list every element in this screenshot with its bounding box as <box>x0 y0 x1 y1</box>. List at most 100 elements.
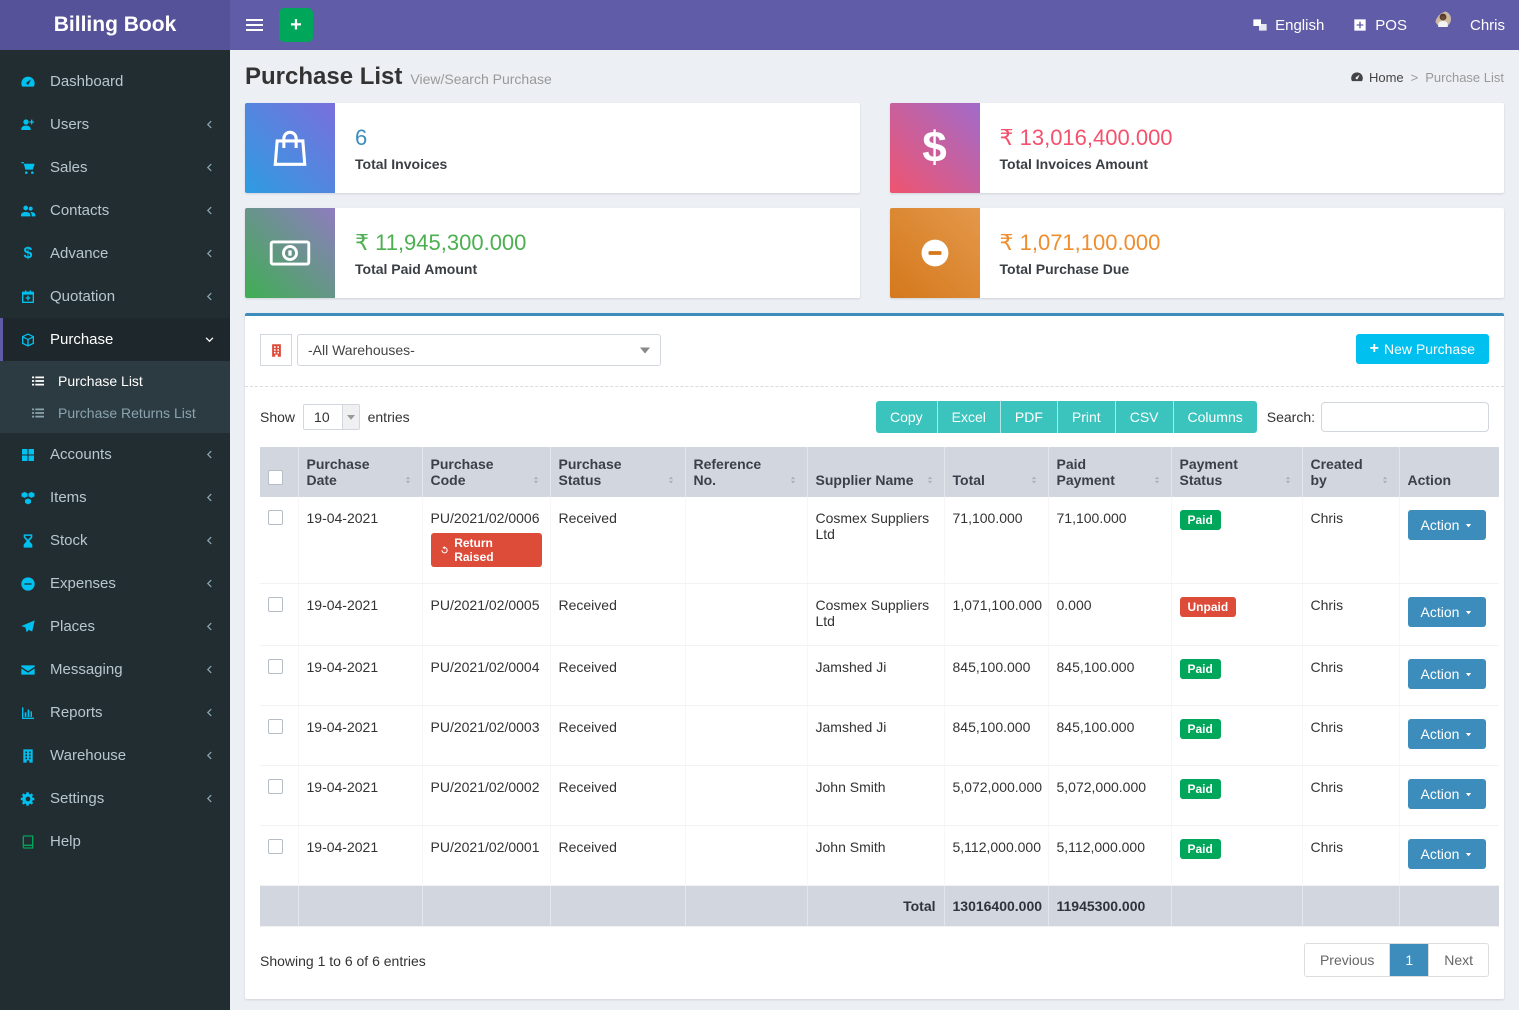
row-checkbox[interactable] <box>268 510 283 525</box>
column-header-purchase-date[interactable]: Purchase Date <box>298 447 422 497</box>
pagination-page-1[interactable]: 1 <box>1390 944 1429 976</box>
action-button[interactable]: Action <box>1408 779 1487 809</box>
pagination-previous[interactable]: Previous <box>1305 944 1390 976</box>
column-header-total[interactable]: Total <box>944 447 1048 497</box>
select-all-checkbox[interactable] <box>268 470 283 485</box>
sidebar-item-quotation[interactable]: Quotation <box>0 275 230 318</box>
chevron-left-icon <box>204 664 215 675</box>
export-print-button[interactable]: Print <box>1058 401 1116 433</box>
search-input[interactable] <box>1321 402 1489 432</box>
user-plus-icon <box>18 117 38 133</box>
summary-card-total-invoices: 6 Total Invoices <box>245 103 860 193</box>
payment-status-badge: Paid <box>1180 510 1221 530</box>
column-header-paid-payment[interactable]: Paid Payment <box>1048 447 1171 497</box>
sidebar-item-stock[interactable]: Stock <box>0 519 230 562</box>
export-pdf-button[interactable]: PDF <box>1001 401 1058 433</box>
cell-supplier-name: Cosmex Suppliers Ltd <box>807 497 944 584</box>
breadcrumb-home[interactable]: Home <box>1350 70 1404 85</box>
sidebar-item-dashboard[interactable]: Dashboard <box>0 60 230 103</box>
export-csv-button[interactable]: CSV <box>1116 401 1174 433</box>
action-button[interactable]: Action <box>1408 719 1487 749</box>
language-menu[interactable]: English <box>1238 0 1338 50</box>
cell-reference-no <box>685 497 807 584</box>
sidebar-item-accounts[interactable]: Accounts <box>0 433 230 476</box>
column-header-payment-status[interactable]: Payment Status <box>1171 447 1302 497</box>
sidebar-item-warehouse[interactable]: Warehouse <box>0 734 230 777</box>
payment-status-badge: Paid <box>1180 659 1221 679</box>
pos-button[interactable]: POS <box>1338 0 1421 50</box>
sidebar-item-users[interactable]: Users <box>0 103 230 146</box>
column-header-purchase-status[interactable]: Purchase Status <box>550 447 685 497</box>
chevron-left-icon <box>204 578 215 589</box>
sidebar-item-places[interactable]: Places <box>0 605 230 648</box>
footer-total-value: 13016400.000 <box>944 886 1048 927</box>
row-checkbox[interactable] <box>268 779 283 794</box>
action-button[interactable]: Action <box>1408 839 1487 869</box>
divider <box>245 386 1504 387</box>
caret-down-icon <box>1464 790 1473 799</box>
row-checkbox[interactable] <box>268 839 283 854</box>
sidebar-submenu: Purchase ListPurchase Returns List <box>0 361 230 433</box>
sidebar-toggle-icon[interactable] <box>230 0 279 50</box>
purchase-list-panel: -All Warehouses- +New Purchase Show 10 e <box>245 313 1504 999</box>
new-purchase-button[interactable]: +New Purchase <box>1356 334 1489 364</box>
cube-icon <box>18 332 38 348</box>
minus-circle-icon <box>912 230 958 276</box>
cell-purchase-code: PU/2021/02/0003 <box>422 706 550 766</box>
dashboard-icon <box>1350 70 1364 84</box>
column-header-reference-no[interactable]: Reference No. <box>685 447 807 497</box>
sidebar-item-advance[interactable]: $Advance <box>0 232 230 275</box>
grid-icon <box>18 447 38 463</box>
cell-reference-no <box>685 766 807 826</box>
sidebar-item-settings[interactable]: Settings <box>0 777 230 820</box>
sidebar-item-purchase[interactable]: Purchase <box>0 318 230 361</box>
app-logo[interactable]: Billing Book <box>0 0 230 50</box>
cell-total: 71,100.000 <box>944 497 1048 584</box>
export-buttons: CopyExcelPDFPrintCSVColumns <box>876 401 1257 433</box>
column-header-supplier-name[interactable]: Supplier Name <box>807 447 944 497</box>
column-header-purchase-code[interactable]: Purchase Code <box>422 447 550 497</box>
column-header-created-by[interactable]: Created by <box>1302 447 1399 497</box>
sidebar-item-items[interactable]: Items <box>0 476 230 519</box>
page-length-select[interactable]: 10 <box>303 404 360 430</box>
cell-paid-payment: 5,112,000.000 <box>1048 826 1171 886</box>
page-title: Purchase List <box>245 63 402 90</box>
sidebar-subitem-purchase-list[interactable]: Purchase List <box>0 365 230 397</box>
row-checkbox[interactable] <box>268 719 283 734</box>
export-columns-button[interactable]: Columns <box>1174 401 1257 433</box>
sidebar-item-sales[interactable]: Sales <box>0 146 230 189</box>
caret-down-icon <box>1464 850 1473 859</box>
cell-total: 845,100.000 <box>944 646 1048 706</box>
cell-purchase-date: 19-04-2021 <box>298 706 422 766</box>
row-checkbox[interactable] <box>268 659 283 674</box>
dollar-icon: $ <box>18 246 38 262</box>
sort-icon <box>1379 473 1391 487</box>
sidebar-item-contacts[interactable]: Contacts <box>0 189 230 232</box>
sidebar-item-help[interactable]: Help <box>0 820 230 863</box>
action-button[interactable]: Action <box>1408 659 1487 689</box>
avatar <box>1435 11 1463 39</box>
table-row: 19-04-2021 PU/2021/02/0006Return Raised … <box>260 497 1499 584</box>
action-button[interactable]: Action <box>1408 597 1487 627</box>
sort-icon <box>1151 473 1163 487</box>
sidebar-item-messaging[interactable]: Messaging <box>0 648 230 691</box>
user-menu[interactable]: Chris <box>1421 0 1519 50</box>
row-checkbox[interactable] <box>268 597 283 612</box>
book-icon <box>18 834 38 850</box>
cell-created-by: Chris <box>1302 497 1399 584</box>
export-excel-button[interactable]: Excel <box>938 401 1001 433</box>
warehouse-filter-select[interactable]: -All Warehouses- <box>297 334 661 366</box>
quick-add-button[interactable]: + <box>279 8 313 42</box>
sidebar-item-expenses[interactable]: Expenses <box>0 562 230 605</box>
export-copy-button[interactable]: Copy <box>876 401 938 433</box>
pagination-next[interactable]: Next <box>1429 944 1488 976</box>
cell-created-by: Chris <box>1302 646 1399 706</box>
cell-total: 1,071,100.000 <box>944 584 1048 646</box>
sidebar-subitem-purchase-returns-list[interactable]: Purchase Returns List <box>0 397 230 429</box>
table-footer-row: Total13016400.00011945300.000 <box>260 886 1499 927</box>
action-button[interactable]: Action <box>1408 510 1487 540</box>
cell-supplier-name: Jamshed Ji <box>807 706 944 766</box>
search-label: Search: <box>1267 409 1315 425</box>
sidebar-item-reports[interactable]: Reports <box>0 691 230 734</box>
card-label: Total Purchase Due <box>1000 261 1161 277</box>
